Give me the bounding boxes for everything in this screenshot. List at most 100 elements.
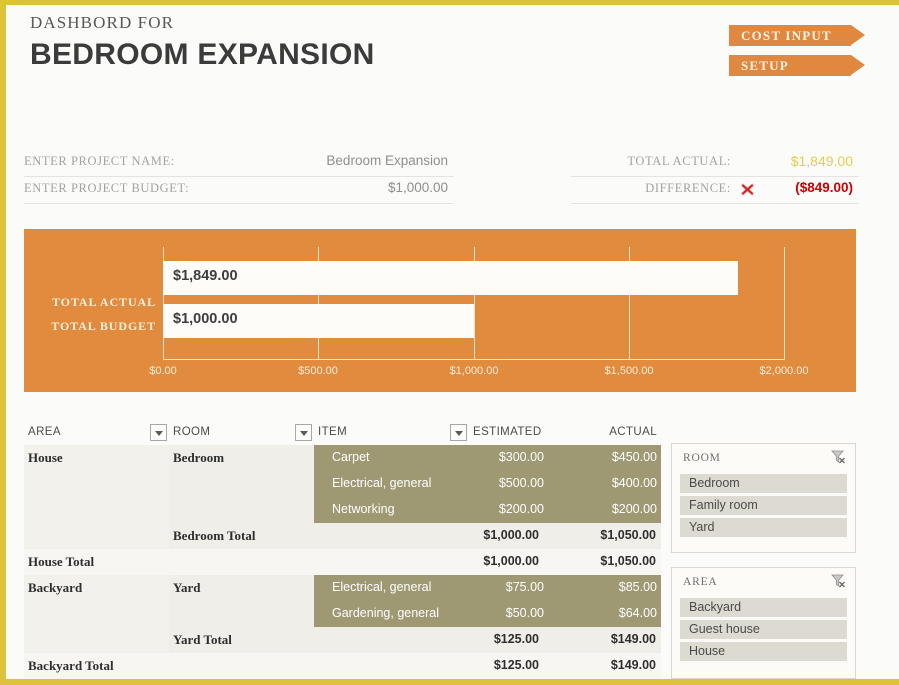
table-row: Backyard Total $125.00 $149.00 (24, 653, 661, 679)
slicer-item-family-room[interactable]: Family room (680, 496, 847, 515)
estimated-value: $1,000.00 (483, 554, 539, 568)
cell-room (169, 549, 314, 575)
estimated-value: $50.00 (505, 606, 544, 620)
actual-value: $450.00 (611, 450, 657, 464)
bar-total-actual: $1,849.00 (163, 261, 738, 295)
cell-area (24, 601, 169, 627)
cost-input-label: COST INPUT (741, 28, 832, 43)
actual-value: $1,050.00 (600, 554, 656, 568)
cell-room: Yard Total (169, 627, 314, 653)
cell-area (24, 523, 169, 549)
dashboard-page: DASHBORD FOR BEDROOM EXPANSION COST INPU… (0, 0, 899, 685)
actual-value: $149.00 (610, 632, 656, 646)
cell-room (169, 497, 314, 523)
cell-actual: $149.00 (544, 627, 661, 653)
cell-area: Backyard Total (24, 653, 169, 679)
xtick-2000: $2,000.00 (759, 365, 809, 377)
cell-room (169, 471, 314, 497)
cell-estimated: $125.00 (314, 627, 544, 653)
budget-vs-actual-chart: TOTAL ACTUAL TOTAL BUDGET $1,849.00 $1,0… (24, 229, 856, 392)
cost-input-button[interactable]: COST INPUT (729, 25, 865, 46)
cell-item: Carpet $300.00 $450.00 (314, 445, 661, 471)
slicer-item-house[interactable]: House (680, 642, 847, 661)
cell-room (169, 601, 314, 627)
table-row: Networking $200.00 $200.00 (24, 497, 661, 523)
actual-value: $1,050.00 (600, 528, 656, 542)
project-budget-label: ENTER PROJECT BUDGET: (24, 181, 190, 195)
table-body: House Bedroom Carpet $300.00 $450.00 Electric… (24, 445, 661, 679)
xtick-0: $0.00 (149, 365, 177, 377)
table-row: House Total $1,000.00 $1,050.00 (24, 549, 661, 575)
header-item: ITEM (318, 426, 348, 438)
slicer-item-bedroom[interactable]: Bedroom (680, 474, 847, 493)
actual-value: $400.00 (611, 476, 657, 490)
table-row: Electrical, general $500.00 $400.00 (24, 471, 661, 497)
estimated-value: $1,000.00 (483, 528, 539, 542)
filter-button-room[interactable] (295, 424, 312, 441)
chart-category-label-actual: TOTAL ACTUAL (51, 295, 156, 309)
cell-area: House (24, 445, 169, 471)
xtick-500: $500.00 (298, 365, 338, 377)
actual-value: $200.00 (611, 502, 657, 516)
item-value: Carpet (332, 450, 370, 464)
nav-buttons: COST INPUT SETUP (729, 25, 865, 85)
area-value: Backyard (28, 580, 83, 595)
clear-filter-icon[interactable] (830, 449, 846, 465)
cell-room: Bedroom Total (169, 523, 314, 549)
setup-button[interactable]: SETUP (729, 55, 865, 76)
clear-filter-icon[interactable] (830, 573, 846, 589)
estimated-value: $200.00 (498, 502, 544, 516)
slicer-item-yard[interactable]: Yard (680, 518, 847, 537)
difference-label: DIFFERENCE: (645, 181, 731, 195)
table-row: Backyard Yard Electrical, general $75.00 $85… (24, 575, 661, 601)
header-estimated: ESTIMATED (473, 426, 542, 438)
estimated-value: $75.00 (505, 580, 544, 594)
item-value: Electrical, general (332, 476, 432, 490)
room-value: Bedroom Total (173, 528, 256, 543)
cost-table: AREA ROOM ITEM ESTIMATED ACTUAL House Bed… (24, 423, 661, 679)
chart-plot-area: $1,849.00 $1,000.00 (163, 247, 785, 359)
estimated-value: $300.00 (498, 450, 544, 464)
actual-value: $64.00 (618, 606, 657, 620)
table-row: Bedroom Total $1,000.00 $1,050.00 (24, 523, 661, 549)
actual-value: $149.00 (610, 658, 656, 672)
table-header-row: AREA ROOM ITEM ESTIMATED ACTUAL (24, 423, 661, 445)
project-budget-value[interactable]: $1,000.00 (388, 180, 448, 195)
slicer-room-items: Bedroom Family room Yard (680, 474, 847, 540)
slicer-item-backyard[interactable]: Backyard (680, 598, 847, 617)
cell-item: Electrical, general $75.00 $85.00 (314, 575, 661, 601)
cell-room: Yard (169, 575, 314, 601)
cell-area (24, 471, 169, 497)
project-name-value[interactable]: Bedroom Expansion (326, 153, 448, 168)
area-value: House (28, 450, 63, 465)
cell-area: Backyard (24, 575, 169, 601)
header-area: AREA (28, 426, 61, 438)
area-value: House Total (28, 554, 95, 569)
cell-area (24, 497, 169, 523)
cell-item: Electrical, general $500.00 $400.00 (314, 471, 661, 497)
table-row: Yard Total $125.00 $149.00 (24, 627, 661, 653)
filter-button-area[interactable] (150, 424, 167, 441)
project-name-row: ENTER PROJECT NAME: Bedroom Expansion (24, 151, 454, 177)
item-value: Gardening, general (332, 606, 440, 620)
header-actual: ACTUAL (609, 426, 657, 438)
red-x-icon (741, 183, 754, 196)
slicer-area: AREA Backyard Guest house House (671, 567, 856, 679)
slicer-item-guest-house[interactable]: Guest house (680, 620, 847, 639)
project-budget-row: ENTER PROJECT BUDGET: $1,000.00 (24, 178, 454, 204)
difference-row: DIFFERENCE: ($849.00) (571, 178, 859, 204)
page-header: DASHBORD FOR BEDROOM EXPANSION (30, 13, 375, 72)
cell-room (169, 653, 314, 679)
difference-value: ($849.00) (795, 180, 853, 195)
item-value: Electrical, general (332, 580, 432, 594)
cell-actual: $1,050.00 (544, 549, 661, 575)
cell-estimated: $1,000.00 (314, 523, 544, 549)
cell-area (24, 627, 169, 653)
filter-button-item[interactable] (450, 424, 467, 441)
total-actual-label: TOTAL ACTUAL: (627, 154, 731, 168)
project-name-label: ENTER PROJECT NAME: (24, 154, 175, 168)
cell-estimated: $1,000.00 (314, 549, 544, 575)
estimated-value: $500.00 (498, 476, 544, 490)
header-room: ROOM (173, 426, 211, 438)
cell-item: Gardening, general $50.00 $64.00 (314, 601, 661, 627)
